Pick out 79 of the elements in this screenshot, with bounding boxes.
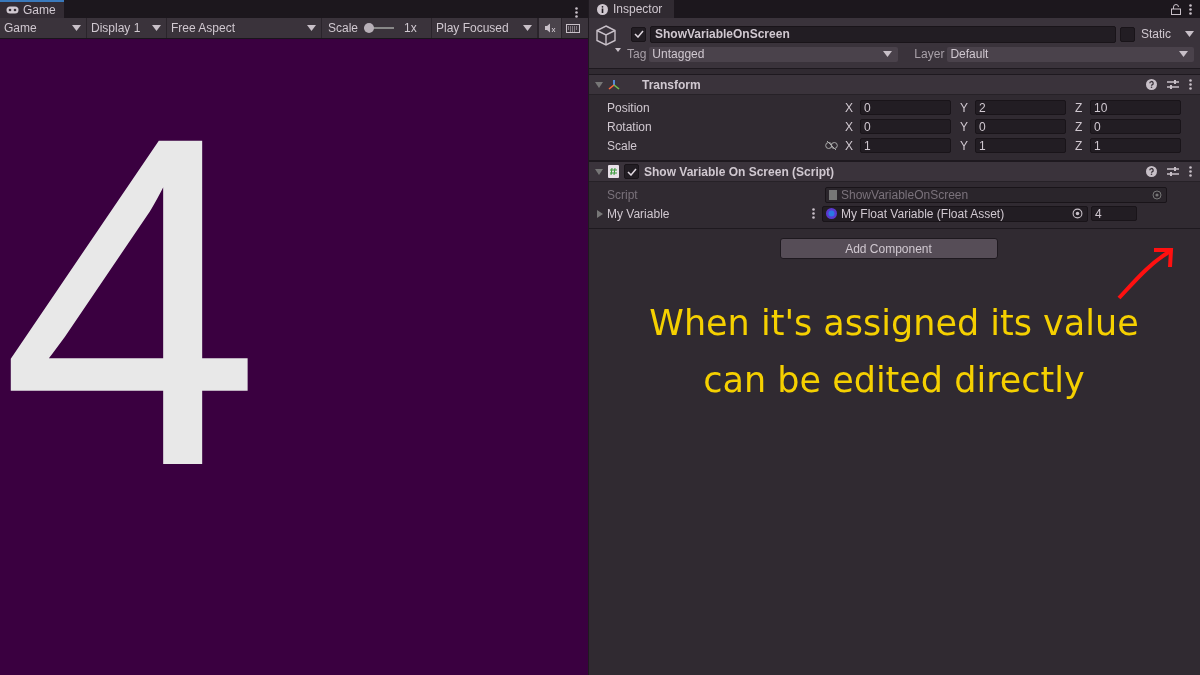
scale-label: Scale: [328, 21, 359, 35]
layer-label: Layer: [914, 47, 945, 61]
script-file-icon: [829, 189, 837, 200]
axis-label: Y: [960, 100, 969, 115]
axis-label: Z: [1075, 100, 1084, 115]
property-label: Rotation: [607, 119, 653, 134]
property-label: My Variable: [607, 206, 671, 221]
property-label: Script: [607, 187, 639, 202]
axis-label: X: [845, 138, 854, 153]
tag-dropdown[interactable]: Untagged: [649, 46, 899, 62]
number-field[interactable]: 10: [1090, 100, 1181, 115]
object-picker-icon: [1152, 189, 1162, 200]
more-options-icon[interactable]: [1189, 79, 1192, 90]
scale-value: 1x: [404, 21, 417, 35]
tag-label: Tag: [627, 47, 647, 61]
game-tab[interactable]: Game: [0, 0, 64, 18]
unlinked-chain-icon[interactable]: [825, 141, 838, 150]
axis-label: Z: [1075, 138, 1084, 153]
dropdown-caret-icon: [307, 25, 316, 31]
number-field[interactable]: 0: [860, 100, 951, 115]
presets-icon[interactable]: [1167, 79, 1179, 90]
dropdown-caret-icon[interactable]: [1185, 31, 1194, 37]
mute-audio-icon[interactable]: [544, 23, 556, 33]
component-enabled-checkbox[interactable]: [624, 164, 639, 179]
dropdown-caret-icon: [1179, 51, 1188, 57]
info-icon: [597, 3, 608, 15]
property-label: Position: [607, 100, 651, 115]
number-field[interactable]: 1: [975, 138, 1066, 153]
foldout-arrow-icon[interactable]: [595, 167, 603, 176]
number-field[interactable]: 0: [860, 119, 951, 134]
number-field[interactable]: 0: [975, 119, 1066, 134]
number-field[interactable]: 1: [860, 138, 951, 153]
inspector-tab[interactable]: Inspector: [589, 0, 675, 18]
keyboard-icon[interactable]: [566, 23, 580, 33]
axis-label: Y: [960, 138, 969, 153]
script-field: ShowVariableOnScreen: [825, 186, 1167, 203]
displayed-number: 4: [0, 127, 262, 477]
static-label: Static: [1141, 27, 1171, 41]
more-options-icon[interactable]: [1189, 166, 1192, 177]
active-checkbox[interactable]: [631, 26, 646, 42]
axis-label: Z: [1075, 119, 1084, 134]
foldout-arrow-icon[interactable]: [597, 209, 604, 218]
annotation-text: When it's assigned its value can be edited directly: [648, 302, 1140, 402]
cube-icon: [595, 24, 621, 54]
aspect-dropdown[interactable]: Free Aspect: [167, 18, 322, 38]
padlock-icon[interactable]: [1171, 3, 1181, 15]
component-title: Show Variable On Screen (Script): [644, 164, 835, 179]
gamepad-icon: [6, 6, 19, 14]
script-file-icon: [608, 165, 619, 178]
dropdown-caret-icon: [72, 25, 81, 31]
help-icon[interactable]: [1146, 79, 1157, 90]
axis-label: X: [845, 100, 854, 115]
object-picker-icon[interactable]: [1072, 208, 1083, 219]
dropdown-caret-icon: [523, 25, 532, 31]
static-checkbox[interactable]: [1120, 26, 1135, 42]
more-options-icon[interactable]: [812, 208, 815, 219]
more-options-icon[interactable]: [1189, 3, 1192, 15]
dropdown-caret-icon: [152, 25, 161, 31]
view-mode-dropdown[interactable]: Game: [0, 18, 87, 38]
dropdown-caret-icon: [883, 51, 893, 57]
number-field[interactable]: 2: [975, 100, 1066, 115]
object-reference-field[interactable]: My Float Variable (Float Asset): [822, 205, 1088, 222]
help-icon[interactable]: [1146, 166, 1157, 177]
number-field[interactable]: 0: [1090, 119, 1181, 134]
axis-label: X: [845, 119, 854, 134]
axis-gizmo-icon: [608, 78, 620, 91]
display-dropdown[interactable]: Display 1: [87, 18, 167, 38]
more-options-icon[interactable]: [575, 7, 578, 18]
presets-icon[interactable]: [1167, 166, 1179, 177]
layer-dropdown[interactable]: Default: [947, 46, 1194, 62]
add-component-button[interactable]: Add Component: [779, 238, 998, 259]
foldout-arrow-icon[interactable]: [595, 80, 603, 89]
number-field[interactable]: 1: [1090, 138, 1181, 153]
value-field[interactable]: 4: [1091, 206, 1137, 221]
axis-label: Y: [960, 119, 969, 134]
component-title: Transform: [642, 77, 701, 92]
object-name-field[interactable]: ShowVariableOnScreen: [650, 25, 1116, 43]
float-asset-icon: [826, 208, 837, 219]
property-label: Scale: [607, 138, 639, 153]
